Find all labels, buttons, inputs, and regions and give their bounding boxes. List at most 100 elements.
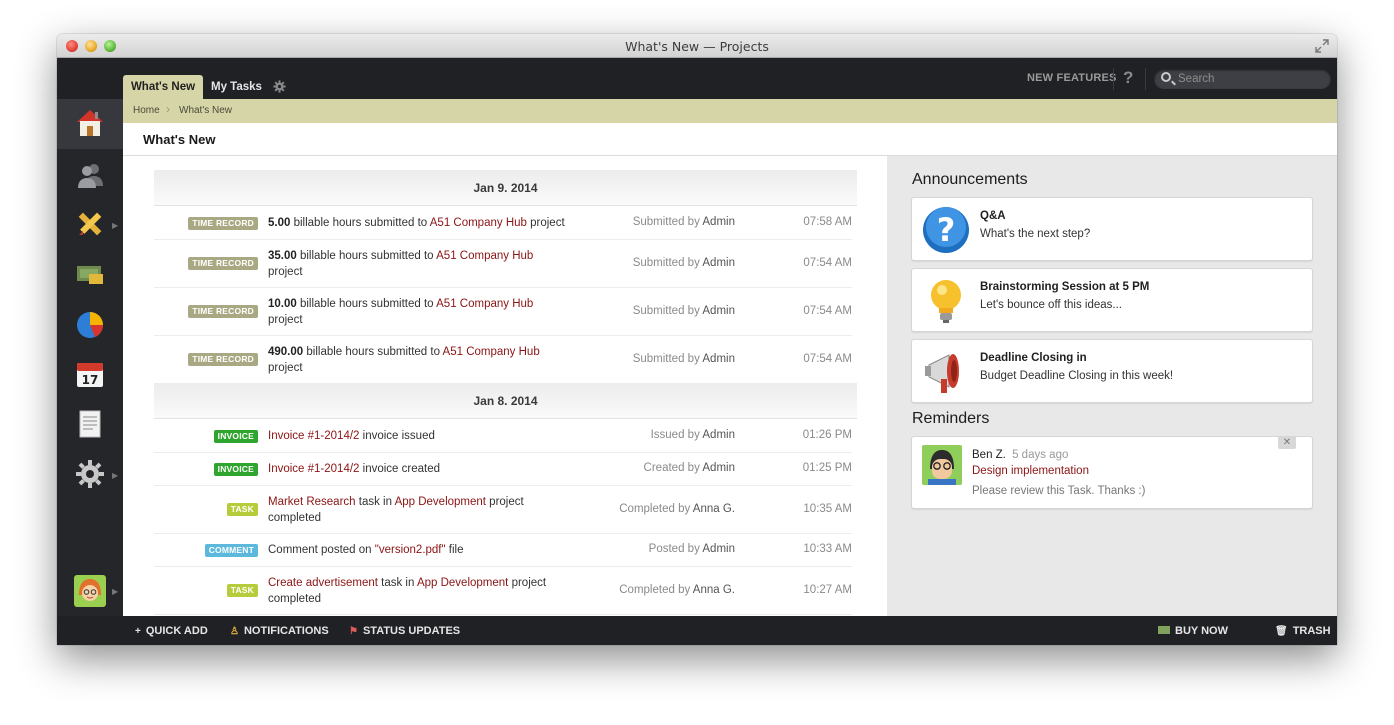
project-link[interactable]: A51 Company Hub [443,346,540,358]
status-user[interactable]: Admin [702,216,735,228]
invoice-link[interactable]: Invoice #1-2014/2 [268,463,359,475]
feed-row-desc: task in [377,577,417,589]
svg-text:17: 17 [82,373,99,387]
sidebar-item-projects[interactable]: ▶ [57,200,123,250]
feed-row-status: Submitted by Admin [633,353,735,365]
sidebar-item-documents[interactable] [57,400,123,450]
document-icon [79,410,101,438]
hours-amount: 35.00 [268,250,297,262]
announcement-card[interactable]: Deadline Closing in Budget Deadline Clos… [911,339,1313,403]
feed-row: TASK Create advertisement task in App De… [154,567,852,615]
project-link[interactable]: App Development [395,496,486,508]
sidebar-item-home[interactable] [57,99,123,149]
tab-whats-new[interactable]: What's New [123,75,203,99]
reminder-card[interactable]: ✕ Ben Z. 5 days ago Design implementatio… [911,436,1313,509]
status-user[interactable]: Admin [702,353,735,365]
sidebar-item-people[interactable] [57,150,123,200]
trash-button[interactable]: 🗑 TRASH [1275,625,1331,637]
fullscreen-icon[interactable] [1315,39,1329,53]
sidebar-user-avatar[interactable]: ▶ [57,567,123,617]
chevron-right-icon: › [166,102,170,116]
breadcrumb-current: What's New [179,105,233,116]
help-icon[interactable]: ? [1123,68,1133,88]
notifications-button[interactable]: ♙ NOTIFICATIONS [230,625,329,637]
feed-row-desc: billable hours submitted to [296,250,437,262]
status-user[interactable]: Admin [702,305,735,317]
announcement-card[interactable]: ? Q&A What's the next step? [911,197,1313,261]
sidebar-item-reports[interactable] [57,300,123,350]
feed-row-time: 07:54 AM [803,305,852,317]
reminder-link[interactable]: Design implementation [972,465,1089,477]
notifications-label: NOTIFICATIONS [243,625,329,637]
breadcrumb: Home › What's New [123,99,1337,123]
tab-settings-gear-icon[interactable] [273,80,286,96]
announcement-text: What's the next step? [980,228,1091,240]
reminder-text: Please review this Task. Thanks :) [972,485,1146,497]
lightbulb-icon [931,280,961,323]
feed-row-desc: billable hours submitted to [290,217,430,229]
reminders-title: Reminders [912,410,990,427]
breadcrumb-home[interactable]: Home [133,105,160,116]
project-link[interactable]: App Development [417,577,508,589]
status-action: Completed [619,503,675,515]
feed-row-time: 07:54 AM [803,353,852,365]
feed-row-time: 10:35 AM [803,503,852,515]
avatar [922,445,962,485]
project-link[interactable]: A51 Company Hub [430,217,527,229]
search-box[interactable] [1154,69,1331,89]
status-user[interactable]: Admin [702,543,735,555]
window-title: What's New — Projects [625,39,769,54]
reminder-header: Ben Z. 5 days ago [972,449,1068,461]
sidebar-item-calendar[interactable]: 17 [57,350,123,400]
feed-row-text: Invoice #1-2014/2 invoice created [268,461,598,477]
buy-now-button[interactable]: BUY NOW [1158,625,1228,637]
close-icon[interactable]: ✕ [1278,437,1296,449]
project-link[interactable]: A51 Company Hub [436,298,533,310]
announcement-title: Deadline Closing in [980,352,1087,364]
tab-my-tasks[interactable]: My Tasks [201,75,272,99]
status-user[interactable]: Admin [702,257,735,269]
time-record-badge: TIME RECORD [188,257,258,270]
invoice-badge: INVOICE [213,430,258,443]
status-user[interactable]: Admin [702,462,735,474]
task-badge: TASK [226,584,258,597]
status-action: Completed [619,584,675,596]
feed-row-time: 01:26 PM [802,429,852,441]
task-link[interactable]: Market Research [268,496,356,508]
new-features-link[interactable]: NEW FEATURES [1027,72,1117,84]
hours-amount: 10.00 [268,298,297,310]
reminder-time: 5 days ago [1012,449,1069,461]
status-updates-button[interactable]: ⚑ STATUS UPDATES [349,625,460,637]
date-header: Jan 9. 2014 [154,170,857,206]
project-link[interactable]: A51 Company Hub [436,250,533,262]
status-user[interactable]: Anna G. [693,503,735,515]
quick-add-button[interactable]: + QUICK ADD [135,625,208,637]
status-by: by [687,543,700,555]
divider [1113,68,1114,90]
file-link[interactable]: "version2.pdf" [375,544,446,556]
search-input[interactable] [1178,71,1323,87]
feed-row: INVOICE Invoice #1-2014/2 invoice create… [154,453,852,486]
status-user[interactable]: Admin [702,429,735,441]
date-header: Jan 8. 2014 [154,383,857,419]
feed-row-desc: invoice created [359,463,440,475]
invoice-link[interactable]: Invoice #1-2014/2 [268,430,359,442]
trash-icon: 🗑 [1275,626,1288,637]
sidebar-item-settings[interactable]: ▶ [57,450,123,500]
feed-row-desc: task in [355,496,395,508]
announcement-card[interactable]: Brainstorming Session at 5 PM Let's boun… [911,268,1313,332]
announcements-title: Announcements [912,171,1028,188]
feed-row-time: 10:27 AM [803,584,852,596]
search-icon [1161,72,1171,82]
status-action: Created [643,462,685,474]
feed-row-status: Issued by Admin [651,429,735,441]
feed-row: TIME RECORD 10.00 billable hours submitt… [154,288,852,336]
hours-amount: 490.00 [268,346,304,358]
feed-row-text: Invoice #1-2014/2 invoice issued [268,428,598,444]
page-title: What's New [143,132,216,147]
time-record-badge: TIME RECORD [188,305,258,318]
status-user[interactable]: Anna G. [693,584,735,596]
task-link[interactable]: Create advertisement [268,577,378,589]
sidebar-item-money[interactable] [57,250,123,300]
app-window: What's New — Projects What's New My Task… [57,34,1337,645]
